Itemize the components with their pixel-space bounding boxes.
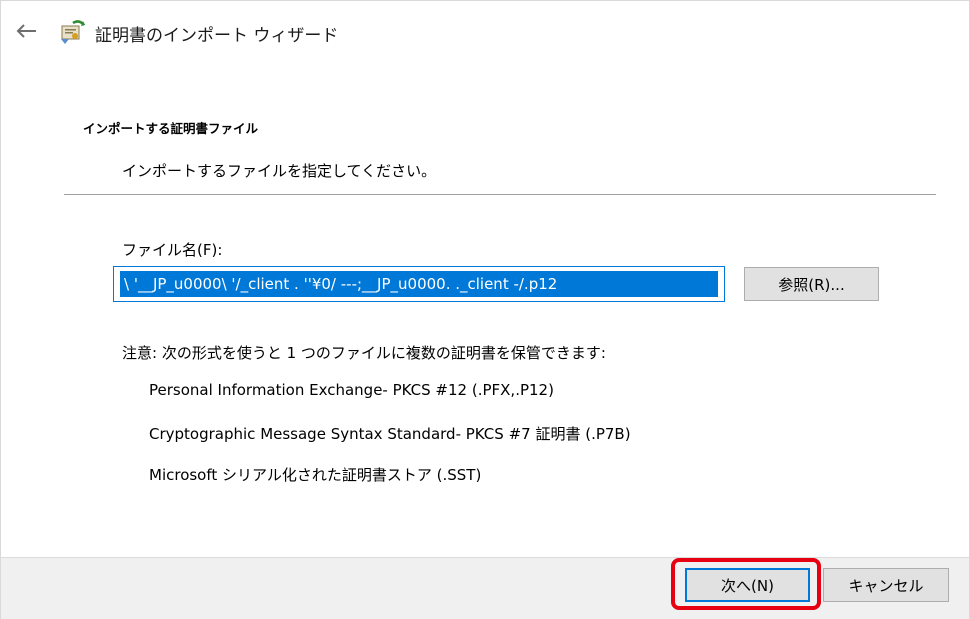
file-name-input[interactable]: \ '__JP_u0000\ '/_client . ''¥0/ ---;__J…	[113, 266, 725, 302]
back-arrow-icon	[16, 24, 36, 38]
back-button[interactable]	[11, 17, 41, 45]
certificate-wizard-icon	[61, 20, 85, 44]
certificate-import-wizard-window: 証明書のインポート ウィザード インポートする証明書ファイル インポートするファ…	[0, 0, 970, 619]
file-name-label: ファイル名(F):	[122, 241, 223, 259]
window-title: 証明書のインポート ウィザード	[95, 26, 339, 46]
cancel-button[interactable]: キャンセル	[823, 568, 949, 602]
format-item-pkcs12: Personal Information Exchange- PKCS #12 …	[149, 381, 554, 399]
header-divider	[64, 194, 936, 195]
page-title: インポートする証明書ファイル	[83, 121, 259, 136]
page-subtitle: インポートするファイルを指定してください。	[122, 162, 437, 180]
file-name-value: \ '__JP_u0000\ '/_client . ''¥0/ ---;__J…	[120, 271, 718, 297]
next-button[interactable]: 次へ(N)	[685, 568, 810, 602]
format-item-sst: Microsoft シリアル化された証明書ストア (.SST)	[149, 466, 482, 484]
title-bar: 証明書のインポート ウィザード	[1, 1, 969, 61]
format-note: 注意: 次の形式を使うと 1 つのファイルに複数の証明書を保管できます:	[122, 344, 606, 362]
browse-button[interactable]: 参照(R)...	[744, 267, 879, 301]
format-item-pkcs7: Cryptographic Message Syntax Standard- P…	[149, 425, 631, 443]
